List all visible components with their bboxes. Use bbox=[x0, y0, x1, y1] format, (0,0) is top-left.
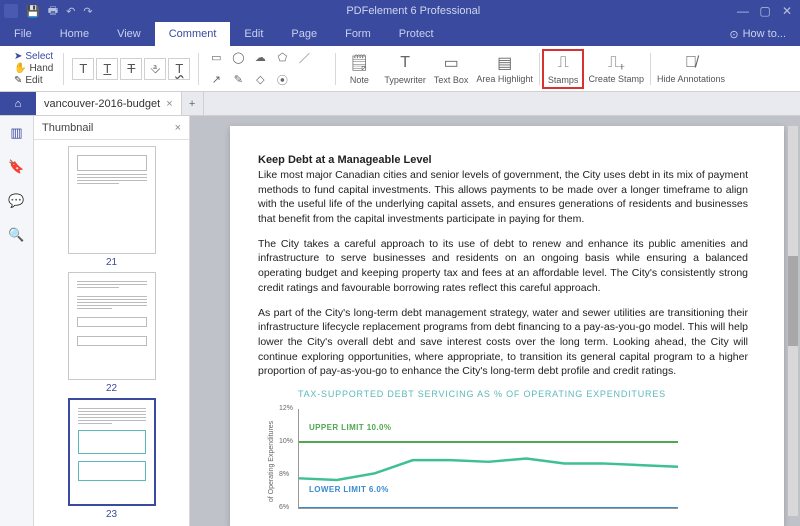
document-page: Keep Debt at a Manageable Level Like mos… bbox=[230, 126, 784, 526]
bookmark-icon: 🔖 bbox=[8, 159, 24, 175]
create-stamp-icon: ⎍₊ bbox=[608, 53, 625, 73]
menu-edit[interactable]: Edit bbox=[230, 22, 277, 46]
shape-polygon[interactable]: ⬠ bbox=[273, 49, 291, 67]
tab-add-button[interactable]: + bbox=[182, 92, 204, 115]
document-tab[interactable]: vancouver-2016-budget × bbox=[36, 92, 182, 115]
print-icon[interactable]: 🖶 bbox=[48, 2, 58, 21]
window-title: PDFelement 6 Professional bbox=[93, 5, 734, 17]
shape-arrow[interactable]: ↗ bbox=[207, 71, 225, 89]
menu-protect[interactable]: Protect bbox=[385, 22, 448, 46]
menubar: File Home View Comment Edit Page Form Pr… bbox=[0, 22, 800, 46]
menu-comment[interactable]: Comment bbox=[155, 22, 231, 46]
redo-icon[interactable]: ↷ bbox=[83, 5, 92, 18]
hand-icon: ✋ bbox=[14, 63, 26, 74]
tool-area-highlight[interactable]: ▤ Area Highlight bbox=[472, 51, 537, 86]
chart-plot: of Operating Expenditures 12% 10% 8% 6% … bbox=[298, 409, 678, 509]
nav-search[interactable]: 🔍 bbox=[6, 224, 28, 246]
home-icon: ⌂ bbox=[15, 98, 22, 110]
shape-line[interactable]: ／ bbox=[295, 49, 313, 67]
tool-highlight-text[interactable]: T bbox=[72, 58, 94, 80]
tool-caret[interactable]: ⎀ bbox=[144, 58, 166, 80]
stamps-icon: ⎍ bbox=[558, 53, 569, 73]
close-button[interactable]: ✕ bbox=[778, 4, 796, 18]
howto-icon: ⊙ bbox=[729, 28, 738, 41]
textbox-icon: ▭ bbox=[444, 53, 459, 73]
doc-paragraph: As part of the City's long-term debt man… bbox=[258, 306, 748, 379]
tool-strikethrough[interactable]: T bbox=[120, 58, 142, 80]
thumbnail-item[interactable]: 22 bbox=[68, 272, 156, 394]
save-icon[interactable]: 💾 bbox=[26, 5, 40, 18]
ribbon: ➤Select ✋Hand ✎Edit T T T ⎀ T ▭ ◯ ☁ ⬠ ／ … bbox=[0, 46, 800, 92]
doc-paragraph: Like most major Canadian cities and seni… bbox=[258, 168, 748, 227]
shape-rect[interactable]: ▭ bbox=[207, 49, 225, 67]
home-tab-button[interactable]: ⌂ bbox=[0, 92, 36, 115]
thumbnail-item[interactable]: 23 bbox=[68, 398, 156, 520]
app-icon bbox=[4, 4, 18, 18]
tool-stamps[interactable]: ⎍ Stamps bbox=[542, 49, 585, 89]
thumbnail-list: 21 22 23 bbox=[34, 140, 189, 526]
doc-paragraph: The City takes a careful approach to its… bbox=[258, 237, 748, 296]
chart-ytick: 8% bbox=[279, 471, 289, 478]
area-highlight-icon: ▤ bbox=[497, 53, 512, 73]
tool-hide-annotations[interactable]: 👁̸ Hide Annotations bbox=[653, 51, 729, 86]
chart-title: TAX-SUPPORTED DEBT SERVICING AS % OF OPE… bbox=[298, 389, 748, 399]
chart-ylabel: of Operating Expenditures bbox=[268, 421, 275, 502]
chart-lines bbox=[299, 409, 678, 508]
thumbnail-item[interactable]: 21 bbox=[68, 146, 156, 268]
scrollbar-thumb[interactable] bbox=[788, 256, 798, 346]
shape-eraser[interactable]: ◇ bbox=[251, 71, 269, 89]
maximize-button[interactable]: ▢ bbox=[756, 4, 774, 18]
chart-ytick: 10% bbox=[279, 438, 293, 445]
menu-page[interactable]: Page bbox=[277, 22, 331, 46]
shape-cloud[interactable]: ☁ bbox=[251, 49, 269, 67]
thumbnail-panel: Thumbnail × 21 22 23 bbox=[34, 116, 190, 526]
edit-icon: ✎ bbox=[14, 75, 22, 86]
nav-thumbnails[interactable]: ▥ bbox=[6, 122, 28, 144]
tool-hand[interactable]: ✋Hand bbox=[12, 63, 55, 74]
menu-home[interactable]: Home bbox=[46, 22, 103, 46]
thumbnail-title: Thumbnail bbox=[42, 122, 93, 134]
tool-create-stamp[interactable]: ⎍₊ Create Stamp bbox=[584, 51, 648, 86]
tabstrip: ⌂ vancouver-2016-budget × + bbox=[0, 92, 800, 116]
nav-bookmarks[interactable]: 🔖 bbox=[6, 156, 28, 178]
tool-underline[interactable]: T bbox=[96, 58, 118, 80]
sidebar-nav: ▥ 🔖 💬 🔍 bbox=[0, 116, 34, 526]
chart-ytick: 12% bbox=[279, 405, 293, 412]
shape-oval[interactable]: ◯ bbox=[229, 49, 247, 67]
shape-pencil[interactable]: ✎ bbox=[229, 71, 247, 89]
menu-form[interactable]: Form bbox=[331, 22, 385, 46]
main-area: ▥ 🔖 💬 🔍 Thumbnail × 21 22 23 bbox=[0, 116, 800, 526]
scrollbar[interactable] bbox=[788, 126, 798, 516]
hide-annot-icon: 👁̸ bbox=[685, 53, 697, 73]
menu-howto[interactable]: ⊙ How to... bbox=[729, 22, 800, 46]
typewriter-icon: T bbox=[400, 53, 410, 73]
tool-typewriter[interactable]: T Typewriter bbox=[380, 51, 430, 87]
shape-connected[interactable]: ⦿ bbox=[273, 71, 291, 89]
chart: TAX-SUPPORTED DEBT SERVICING AS % OF OPE… bbox=[258, 389, 748, 509]
select-icon: ➤ bbox=[14, 51, 22, 62]
undo-icon[interactable]: ↶ bbox=[66, 5, 75, 18]
menu-view[interactable]: View bbox=[103, 22, 155, 46]
thumbnail-close[interactable]: × bbox=[175, 122, 181, 134]
titlebar: 💾 🖶 ↶ ↷ PDFelement 6 Professional — ▢ ✕ bbox=[0, 0, 800, 22]
doc-heading: Keep Debt at a Manageable Level bbox=[258, 154, 748, 166]
tool-squiggly[interactable]: T bbox=[168, 58, 190, 80]
note-icon: 🗒 bbox=[349, 53, 369, 73]
search-icon: 🔍 bbox=[8, 227, 24, 243]
tool-note[interactable]: 🗒 Note bbox=[338, 51, 380, 87]
tab-close-button[interactable]: × bbox=[166, 98, 172, 110]
tool-select[interactable]: ➤Select bbox=[12, 51, 55, 62]
tool-textbox[interactable]: ▭ Text Box bbox=[430, 51, 473, 87]
menu-file[interactable]: File bbox=[0, 22, 46, 46]
chart-ytick: 6% bbox=[279, 504, 289, 511]
document-viewer: Keep Debt at a Manageable Level Like mos… bbox=[190, 116, 800, 526]
nav-comments[interactable]: 💬 bbox=[6, 190, 28, 212]
comment-icon: 💬 bbox=[8, 193, 24, 209]
tool-edit[interactable]: ✎Edit bbox=[12, 75, 55, 86]
minimize-button[interactable]: — bbox=[734, 4, 752, 18]
thumbnails-icon: ▥ bbox=[10, 125, 22, 141]
